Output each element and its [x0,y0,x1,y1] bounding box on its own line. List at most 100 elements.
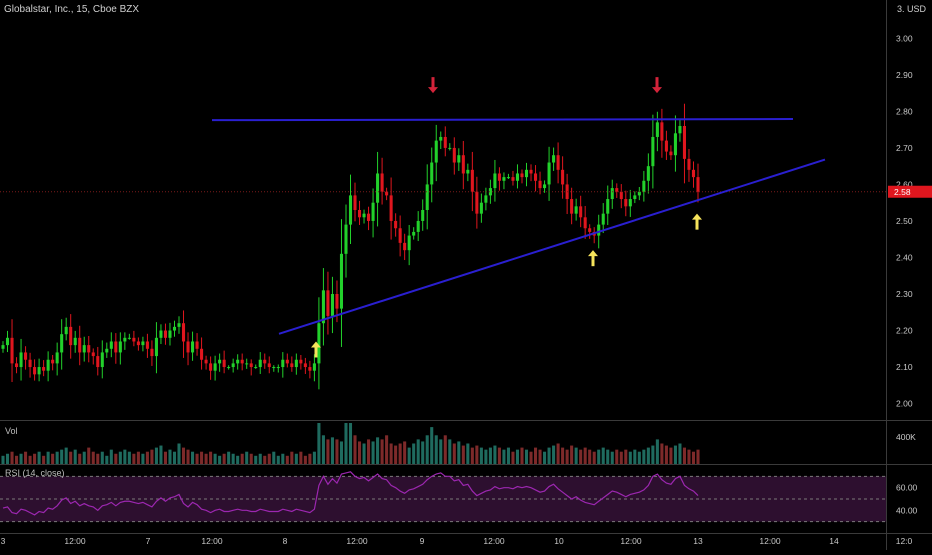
candle [574,206,578,214]
candle [443,136,447,148]
volume-bar [163,451,168,464]
price-tick-label: 2.40 [896,252,913,262]
volume-bar [37,451,41,464]
volume-bar [502,449,506,464]
volume-bar [389,443,393,464]
candle [15,363,19,368]
volume-bar [105,455,109,464]
candle [543,184,547,189]
volume-bar [380,439,384,464]
time-tick-label: 12:00 [483,536,505,546]
candle [606,199,610,214]
time-tick-label: 3 [1,536,6,546]
volume-bar [181,447,186,464]
candle [154,337,158,357]
resistance-trendline[interactable] [211,118,794,122]
candle [109,341,113,349]
candle [87,345,91,353]
volume-bar [64,447,68,464]
candle [515,173,520,181]
volume-bar [308,453,312,464]
volume-bar [687,449,691,464]
candle [362,213,366,218]
candle [642,180,646,192]
rsi-label: RSI (14, close) [5,468,65,478]
volume-bar [421,441,425,464]
volume-bar [267,453,271,464]
volume-bar [506,447,510,464]
volume-bar [78,453,82,464]
volume-bar [236,455,240,464]
volume-bar [87,447,91,464]
candle [579,206,583,218]
volume-axis-label: 400K [896,432,916,442]
chart-svg[interactable]: 3.002.902.802.702.602.502.402.302.202.10… [0,0,932,550]
candle [240,359,244,364]
candle [687,158,691,170]
volume-bar [678,443,682,464]
candle [209,363,213,371]
volume-bar [443,435,447,464]
volume-bar [371,441,375,464]
volume-bar [430,427,434,464]
chart-stage[interactable]: 3.00 2.90 2.80 2.70 2.60 2.50 2.40 2.30 2.20 2.10… [0,0,932,550]
candle [100,352,104,368]
candle [218,359,222,364]
volume-bar [628,451,632,464]
candle [285,359,289,364]
price-tick-label: 2.10 [896,362,913,372]
candle [55,352,59,364]
volume-bar [696,449,700,464]
volume-bar [651,445,655,464]
price-tick-label: 2.90 [896,70,913,80]
candle [394,220,398,229]
volume-bar [123,449,127,464]
candle [227,367,231,369]
volume-bar [691,451,696,464]
volume-bar [294,453,298,464]
candle [633,195,637,200]
volume-bar [394,445,398,464]
volume-bar [272,451,276,464]
volume-bar [488,447,492,464]
volume-bar [218,455,222,464]
volume-bar [200,451,204,464]
candle [367,213,371,221]
currency-label[interactable]: 3. USD [897,4,926,14]
candle [610,188,614,200]
price-tick-label: 3.00 [896,33,913,43]
volume-bar [114,453,118,464]
candle [439,136,443,141]
candle [696,177,700,192]
candle [24,352,28,360]
volume-bar [543,451,547,464]
candle [267,363,271,368]
volume-bar [520,447,524,464]
volume-bar [597,449,601,464]
volume-bar [231,453,235,464]
candle [28,359,32,368]
candle [272,367,276,369]
candle [624,199,628,207]
volume-bar [154,447,158,464]
candle [51,359,55,364]
rsi-pane[interactable] [0,471,886,523]
volume-bar [46,451,50,464]
volume-bar [51,453,55,464]
volume-label: Vol [5,426,18,436]
candle [312,363,316,371]
rsi-axis-label: 40.00 [896,505,918,515]
price-tick-label: 2.70 [896,143,913,153]
candle [533,173,538,181]
volume-bar [204,453,208,464]
candle [588,228,592,232]
volume-bar [637,451,641,464]
candle [403,242,407,251]
candle [655,122,659,137]
volume-bar [407,447,411,464]
candle [371,202,375,221]
candle [506,177,510,179]
candle [651,136,655,167]
volume-bar [633,449,637,464]
candle [326,290,330,316]
